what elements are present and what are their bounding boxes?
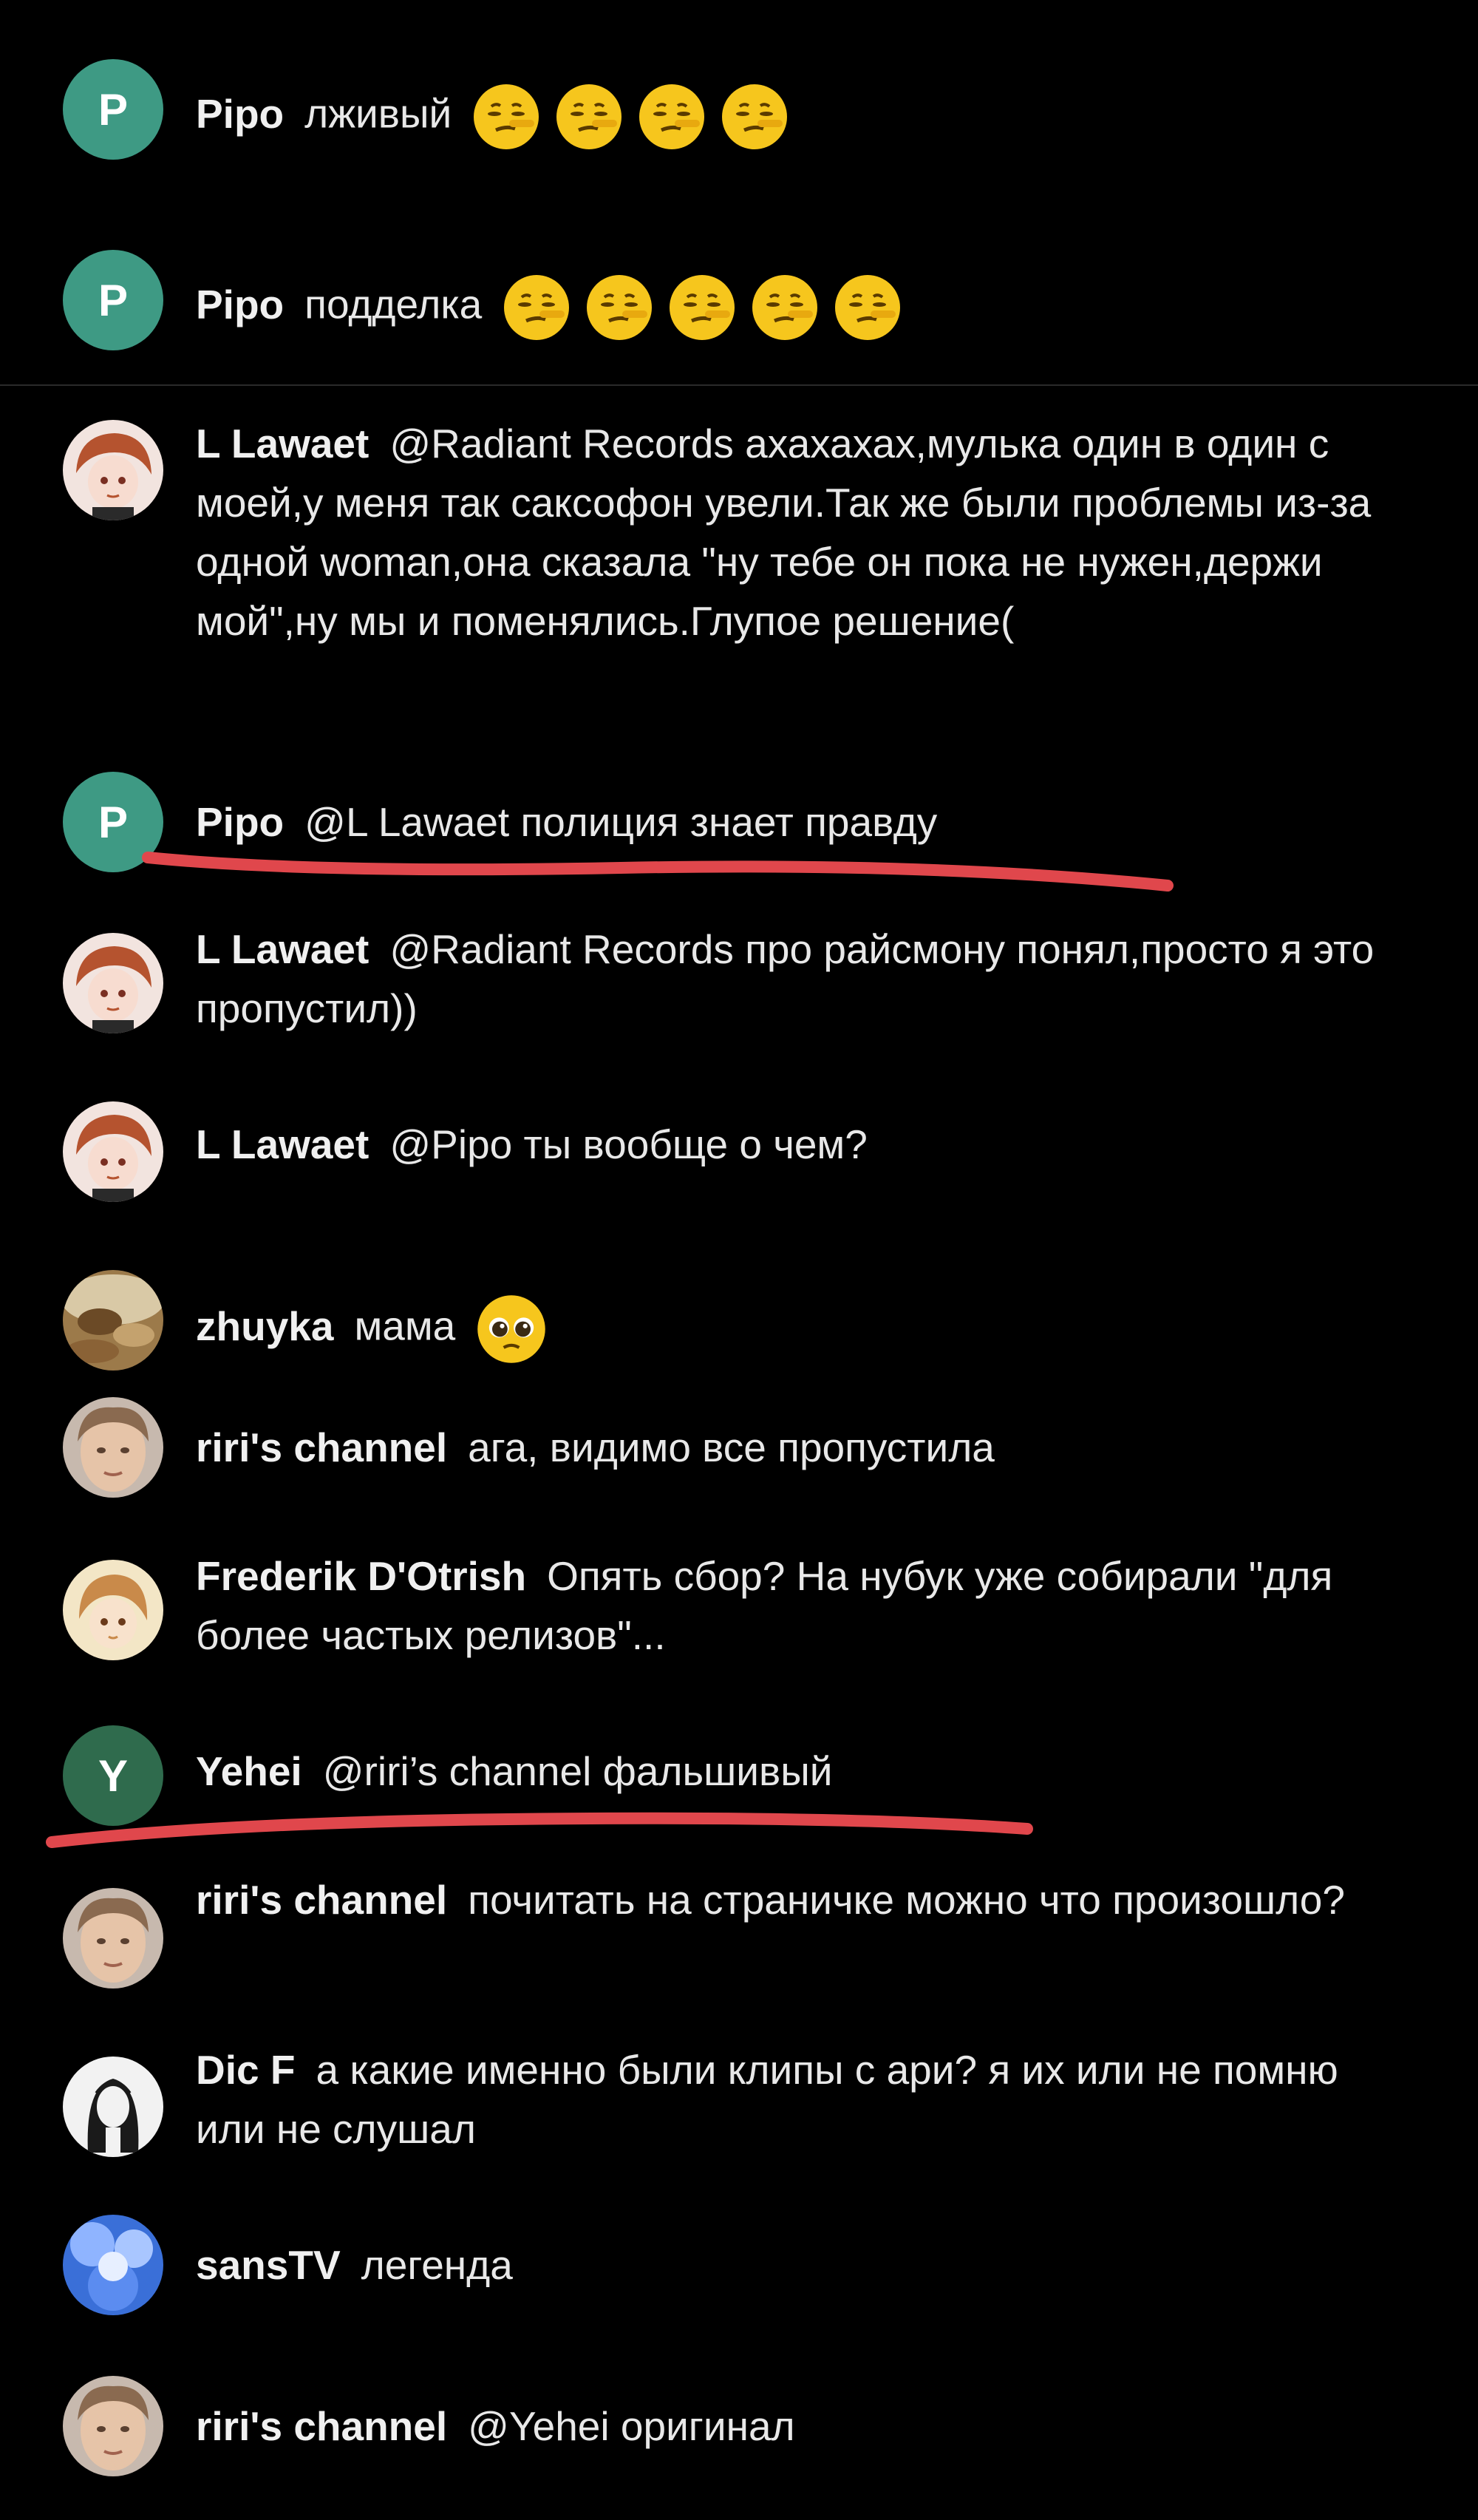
comment-author[interactable]: Dic F bbox=[196, 2047, 295, 2093]
comment-text: подделка bbox=[304, 281, 483, 327]
comment-author[interactable]: Pipo bbox=[196, 91, 284, 137]
lying-face-emoji bbox=[748, 271, 822, 344]
comment-author[interactable]: Yehei bbox=[196, 1748, 302, 1794]
comment-text: ага, видимо все пропустила bbox=[468, 1424, 995, 1470]
comment-author[interactable]: riri's channel bbox=[196, 1877, 447, 1923]
comment-text: @Yehei оригинал bbox=[468, 2403, 795, 2449]
lying-face-emoji bbox=[665, 271, 739, 344]
lying-face-emoji bbox=[635, 80, 709, 154]
face-avatar[interactable] bbox=[63, 1888, 163, 1989]
blue-avatar[interactable] bbox=[63, 2215, 163, 2315]
anime-avatar-2[interactable] bbox=[63, 1560, 163, 1660]
lying-face-emoji bbox=[500, 271, 573, 344]
comment-author[interactable]: L Lawaet bbox=[196, 1121, 369, 1167]
comment-text: а какие именно были клипы с ари? я их ил… bbox=[196, 2047, 1338, 2152]
avatar[interactable]: P bbox=[63, 59, 163, 160]
emoji-group bbox=[469, 80, 800, 154]
comment-author[interactable]: riri's channel bbox=[196, 1424, 447, 1470]
comment-text: мама bbox=[354, 1303, 456, 1349]
avatar[interactable]: Y bbox=[63, 1725, 163, 1826]
comment-author[interactable]: Frederik D'Otrish bbox=[196, 1553, 526, 1599]
comment-text: @Radiant Records ахахахах,мулька один в … bbox=[196, 421, 1372, 644]
pleading-face-emoji bbox=[473, 1291, 550, 1368]
comment-author[interactable]: L Lawaet bbox=[196, 421, 369, 466]
photo-avatar[interactable] bbox=[63, 1270, 163, 1371]
lying-face-emoji bbox=[582, 271, 656, 344]
comment-author[interactable]: Pipo bbox=[196, 799, 284, 845]
face-avatar[interactable] bbox=[63, 1397, 163, 1498]
lying-face-emoji bbox=[831, 271, 905, 344]
comment-text: @L Lawaet полиция знает правду bbox=[304, 799, 938, 845]
highlight-underline bbox=[46, 1812, 1033, 1848]
comment-author[interactable]: zhuyka bbox=[196, 1303, 333, 1349]
comment-text: @Radiant Records про райсмону понял,прос… bbox=[196, 926, 1375, 1031]
emoji-group bbox=[500, 271, 913, 344]
lying-face-emoji bbox=[469, 80, 543, 154]
section-divider bbox=[0, 384, 1478, 386]
anime-avatar[interactable] bbox=[63, 420, 163, 520]
comment-author[interactable]: Pipo bbox=[196, 282, 284, 327]
comment-author[interactable]: sansTV bbox=[196, 2242, 341, 2288]
comment-text: лживый bbox=[304, 90, 452, 137]
anime-avatar[interactable] bbox=[63, 1101, 163, 1202]
comment-author[interactable]: L Lawaet bbox=[196, 926, 369, 972]
avatar[interactable]: P bbox=[63, 772, 163, 872]
comment-text: @riri’s channel фальшивый bbox=[322, 1748, 833, 1794]
anime-avatar[interactable] bbox=[63, 933, 163, 1033]
avatar[interactable]: P bbox=[63, 250, 163, 350]
lying-face-emoji bbox=[552, 80, 626, 154]
emoji-group bbox=[473, 1291, 559, 1368]
sketch-avatar[interactable] bbox=[63, 2057, 163, 2157]
comment-text: легенда bbox=[361, 2242, 513, 2288]
comment-list: P Pipo лживый P Pipo подделка L Lawaet @Rad… bbox=[0, 0, 1478, 2520]
comment-text: @Pipo ты вообще о чем? bbox=[389, 1121, 868, 1167]
lying-face-emoji bbox=[718, 80, 791, 154]
face-avatar[interactable] bbox=[63, 2376, 163, 2476]
comment-text: почитать на страничке можно что произошл… bbox=[468, 1877, 1345, 1923]
comment-author[interactable]: riri's channel bbox=[196, 2403, 447, 2449]
